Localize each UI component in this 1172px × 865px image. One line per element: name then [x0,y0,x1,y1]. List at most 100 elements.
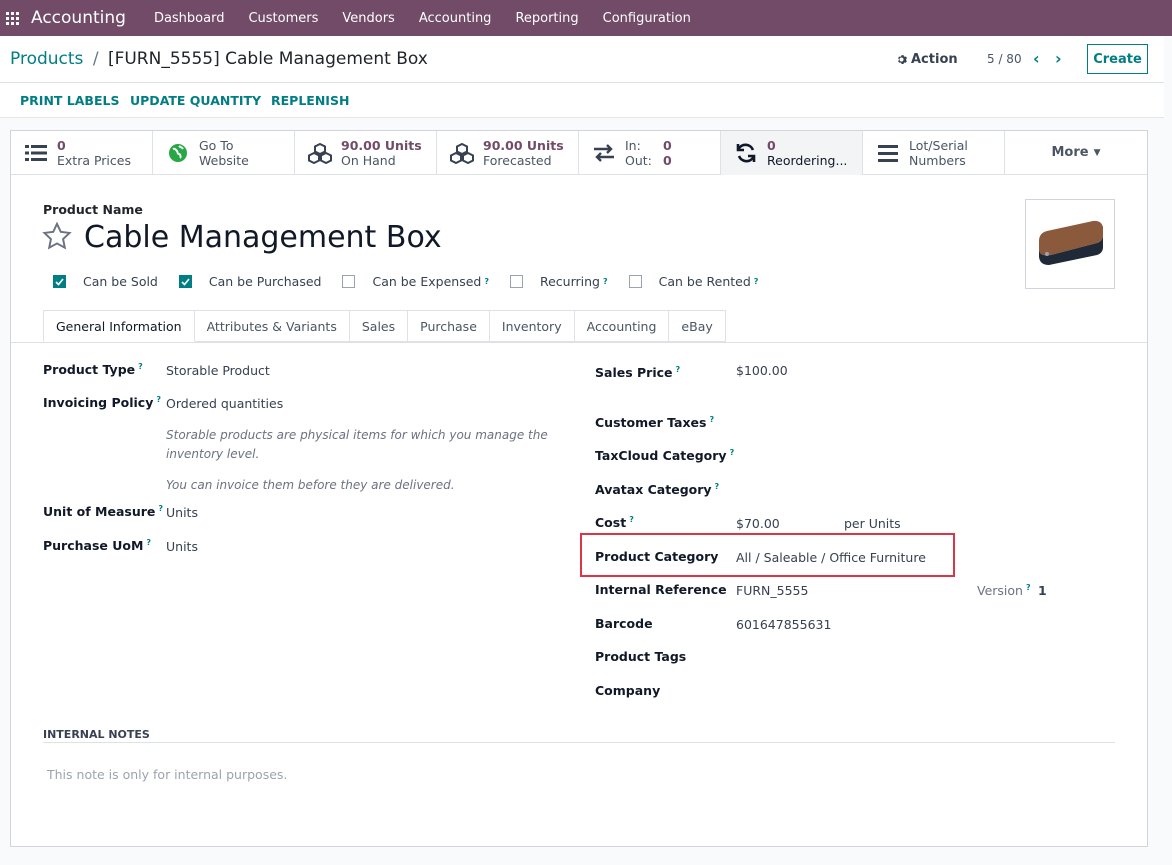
help-icon[interactable]: ? [676,365,681,374]
out-value: 0 [663,153,672,168]
app-name[interactable]: Accounting [31,8,126,28]
exchange-icon [591,144,617,162]
can-be-purchased-label: Can be Purchased [208,274,322,289]
cubes-icon [307,142,333,164]
can-be-sold-label: Can be Sold [83,274,158,289]
star-icon[interactable] [42,221,72,254]
help-icon[interactable]: ? [146,538,151,547]
customer-taxes-label: Customer Taxes? [595,415,715,431]
more-button[interactable]: More ▼ [1005,131,1147,174]
can-be-sold[interactable]: Can be Sold [53,274,158,289]
tab-accounting[interactable]: Accounting [574,310,670,342]
globe-icon [165,143,191,163]
product-category-label: Product Category [595,549,719,564]
breadcrumb-products[interactable]: Products [10,49,83,69]
product-flags: Can be Sold Can be Purchased Can be Expe… [53,274,779,289]
help-icon[interactable]: ? [156,395,161,404]
help-icon[interactable]: ? [158,504,163,513]
replenish-button[interactable]: REPLENISH [271,93,349,108]
version-value[interactable]: 1 [1038,583,1047,598]
taxcloud-category-label: TaxCloud Category? [595,448,735,464]
tab-attributes-variants[interactable]: Attributes & Variants [194,310,350,342]
pager-value[interactable]: 5 / 80 [987,52,1022,66]
version-label: Version? [977,583,1031,599]
help-icon[interactable]: ? [603,277,608,286]
checkbox-can-be-rented[interactable] [628,275,642,288]
help-icon[interactable]: ? [754,277,759,286]
lot-serial-button[interactable]: Lot/Serial Numbers [863,131,1005,175]
update-quantity-button[interactable]: UPDATE QUANTITY [130,93,261,108]
on-hand-button[interactable]: 90.00 Units On Hand [295,131,437,175]
tab-sales[interactable]: Sales [349,310,409,342]
extra-prices-button[interactable]: 0 Extra Prices [11,131,153,175]
menu-dashboard[interactable]: Dashboard [154,11,225,26]
sales-price-value[interactable]: $100.00 [736,363,788,378]
menu-accounting[interactable]: Accounting [419,11,492,26]
chevron-left-icon[interactable]: ‹ [1033,49,1040,68]
help-icon[interactable]: ? [138,362,143,371]
purchase-uom-value[interactable]: Units [166,539,198,554]
chevron-right-icon[interactable]: › [1055,49,1062,68]
internal-notes-input[interactable]: This note is only for internal purposes. [47,767,287,782]
checkbox-can-be-purchased[interactable] [178,275,192,288]
in-out-button[interactable]: In: 0 Out: 0 [579,131,721,175]
internal-reference-value[interactable]: FURN_5555 [736,583,808,598]
refresh-icon [733,142,759,164]
help-icon[interactable]: ? [715,482,720,491]
sales-price-label: Sales Price? [595,365,681,381]
product-name-label: Product Name [43,202,143,217]
top-navbar: Accounting Dashboard Customers Vendors A… [0,0,1172,36]
print-labels-button[interactable]: PRINT LABELS [20,93,119,108]
extra-prices-count: 0 [57,138,66,153]
action-menu[interactable]: Action [896,52,958,67]
tab-ebay[interactable]: eBay [669,310,726,342]
internal-reference-label: Internal Reference [595,582,727,597]
uom-value[interactable]: Units [166,505,198,520]
can-be-rented[interactable]: Can be Rented? [628,274,759,289]
tab-inventory[interactable]: Inventory [489,310,575,342]
menu-vendors[interactable]: Vendors [342,11,394,26]
can-be-expensed[interactable]: Can be Expensed? [342,274,489,289]
create-button[interactable]: Create [1087,44,1148,74]
help-icon[interactable]: ? [709,415,714,424]
product-image[interactable] [1025,199,1115,289]
can-be-purchased[interactable]: Can be Purchased [178,274,322,289]
invoicing-help: You can invoice them before they are del… [166,478,455,492]
control-panel: Products / [FURN_5555] Cable Management … [0,36,1164,83]
cost-uom: per Units [844,516,901,531]
help-icon[interactable]: ? [1026,583,1031,592]
tab-general-information[interactable]: General Information [43,310,195,342]
reordering-button[interactable]: 0 Reordering... [721,131,863,175]
invoicing-policy-value[interactable]: Ordered quantities [166,396,283,411]
reordering-label: Reordering... [767,153,848,168]
cost-value[interactable]: $70.00 [736,516,780,531]
gear-icon [898,55,907,65]
menu-customers[interactable]: Customers [248,11,318,26]
product-tags-label: Product Tags [595,649,687,664]
help-icon[interactable]: ? [730,448,735,457]
product-name-field[interactable]: Cable Management Box [84,220,442,255]
help-icon[interactable]: ? [484,277,489,286]
checkbox-can-be-sold[interactable] [53,275,66,288]
internal-notes-divider [43,742,1115,743]
menu-reporting[interactable]: Reporting [515,11,578,26]
menu-configuration[interactable]: Configuration [603,11,691,26]
cable-box-image-icon [1039,220,1103,265]
action-label: Action [911,52,958,67]
go-to-website-button[interactable]: Go To Website [153,131,295,175]
checkbox-can-be-expensed[interactable] [342,275,356,288]
internal-notes-title: INTERNAL NOTES [43,728,150,741]
on-hand-qty: 90.00 Units [341,138,422,153]
forecasted-button[interactable]: 90.00 Units Forecasted [437,131,579,175]
reordering-count: 0 [767,138,776,153]
smart-button-box: 0 Extra Prices Go To Website 90.00 Units On… [11,131,1147,175]
product-category-value[interactable]: All / Saleable / Office Furniture [736,550,926,565]
help-icon[interactable]: ? [629,515,634,524]
checkbox-recurring[interactable] [509,275,523,288]
product-type-value[interactable]: Storable Product [166,363,270,378]
barcode-value[interactable]: 601647855631 [736,617,831,632]
tab-purchase[interactable]: Purchase [408,310,490,342]
recurring[interactable]: Recurring? [509,274,608,289]
breadcrumb-separator: / [92,49,99,69]
apps-grid-icon[interactable] [6,11,19,25]
